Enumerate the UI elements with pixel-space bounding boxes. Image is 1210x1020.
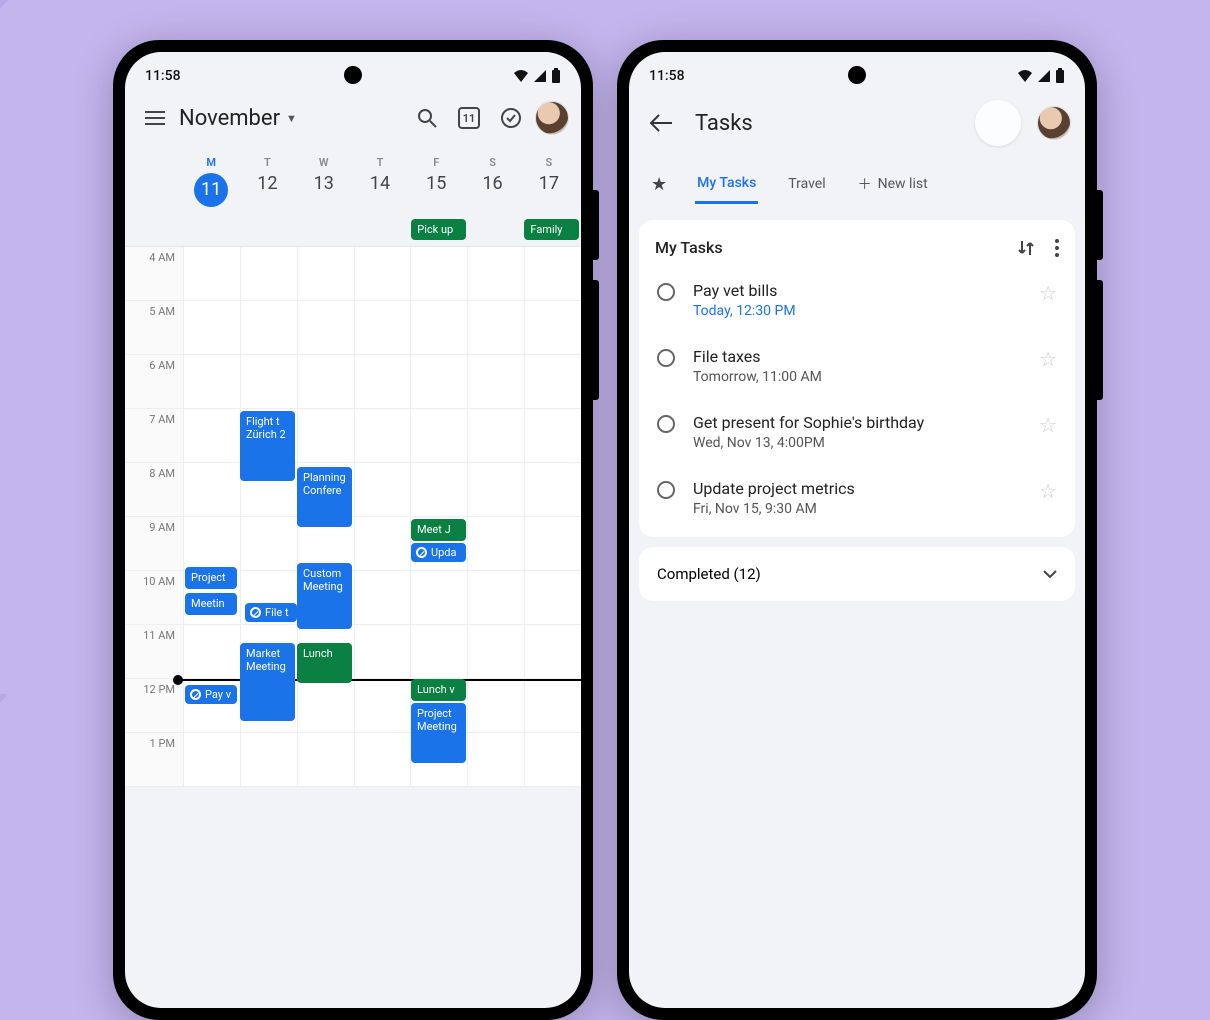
star-icon[interactable]: ☆ (1039, 281, 1057, 305)
event-meetj[interactable]: Meet J (411, 519, 466, 541)
hour-label: 4 AM (125, 247, 183, 300)
day-sun[interactable]: S17 (521, 150, 577, 217)
day-thu[interactable]: T14 (352, 150, 408, 217)
menu-icon[interactable] (137, 100, 173, 136)
avatar[interactable] (535, 101, 569, 135)
wifi-icon (513, 69, 529, 83)
page-title: Tasks (695, 111, 753, 136)
battery-icon (551, 68, 561, 84)
allday-row: Pick up Family (125, 217, 581, 246)
chevron-down-icon (1043, 570, 1057, 579)
completed-section[interactable]: Completed (12) (639, 547, 1075, 601)
task-checkbox[interactable] (657, 283, 675, 301)
event-meeting[interactable]: Meetin (185, 593, 237, 615)
signal-icon (533, 69, 547, 83)
task-subtitle: Fri, Nov 15, 9:30 AM (693, 501, 1021, 517)
task-row[interactable]: Pay vet bills Today, 12:30 PM ☆ (655, 267, 1059, 333)
avatar[interactable] (1037, 106, 1071, 140)
clock-text: 11:58 (145, 68, 181, 84)
task-subtitle: Wed, Nov 13, 4:00PM (693, 435, 1021, 451)
task-file[interactable]: File t (245, 603, 297, 622)
hour-label: 11 AM (125, 625, 183, 678)
plus-icon: ＋ (858, 174, 872, 194)
event-market[interactable]: Market Meeting (240, 643, 295, 721)
task-title: Update project metrics (693, 479, 1021, 498)
tabs-row: ★ My Tasks Travel ＋ New list (629, 160, 1085, 204)
task-checkbox[interactable] (657, 349, 675, 367)
hour-label: 8 AM (125, 463, 183, 516)
tab-travel[interactable]: Travel (786, 166, 827, 202)
back-icon[interactable] (643, 105, 679, 141)
task-check-icon (250, 607, 261, 618)
completed-label: Completed (12) (657, 565, 761, 583)
tab-mytasks[interactable]: My Tasks (695, 165, 758, 204)
task-title: Pay vet bills (693, 281, 1021, 300)
signal-icon (1037, 69, 1051, 83)
task-checkbox[interactable] (657, 415, 675, 433)
today-chip[interactable] (975, 100, 1021, 146)
task-title: Get present for Sophie's birthday (693, 413, 1021, 432)
battery-icon (1055, 68, 1065, 84)
task-check-icon (416, 547, 427, 558)
today-button[interactable]: 11 (451, 100, 487, 136)
hour-label: 5 AM (125, 301, 183, 354)
sort-icon[interactable] (1017, 239, 1035, 257)
day-sat[interactable]: S16 (464, 150, 520, 217)
star-icon[interactable]: ☆ (1039, 413, 1057, 437)
list-title: My Tasks (655, 238, 723, 257)
hour-label: 12 PM (125, 679, 183, 732)
task-checkbox[interactable] (657, 481, 675, 499)
task-row[interactable]: File taxes Tomorrow, 11:00 AM ☆ (655, 333, 1059, 399)
task-payv[interactable]: Pay v (185, 685, 237, 704)
event-project[interactable]: Project (185, 567, 237, 589)
allday-event[interactable]: Pick up (411, 219, 466, 240)
status-bar: 11:58 (629, 52, 1085, 92)
task-row[interactable]: Update project metrics Fri, Nov 15, 9:30… (655, 465, 1059, 531)
task-check-icon (190, 689, 201, 700)
event-projmeet[interactable]: Project Meeting (411, 703, 466, 763)
task-subtitle: Today, 12:30 PM (693, 303, 1021, 319)
event-lunchv[interactable]: Lunch v (411, 679, 466, 701)
task-row[interactable]: Get present for Sophie's birthday Wed, N… (655, 399, 1059, 465)
clock-text: 11:58 (649, 68, 685, 84)
day-wed[interactable]: W13 (296, 150, 352, 217)
hour-label: 9 AM (125, 517, 183, 570)
event-custom[interactable]: Custom Meeting (297, 563, 352, 629)
day-tue[interactable]: T12 (239, 150, 295, 217)
wifi-icon (1017, 69, 1033, 83)
phone-tasks: 11:58 Tasks ★ My Tasks Travel (617, 40, 1097, 1020)
star-icon[interactable]: ☆ (1039, 479, 1057, 503)
star-icon[interactable]: ☆ (1039, 347, 1057, 371)
hour-label: 7 AM (125, 409, 183, 462)
starred-tab-icon[interactable]: ★ (651, 174, 667, 195)
search-icon[interactable] (409, 100, 445, 136)
time-grid[interactable]: 4 AM 5 AM 6 AM 7 AM 8 AM 9 AM 10 AM 11 A… (125, 246, 581, 787)
allday-event[interactable]: Family (524, 219, 579, 240)
event-planning[interactable]: Planning Confere (297, 467, 352, 527)
status-bar: 11:58 (125, 52, 581, 92)
tasks-card: My Tasks Pay vet bills Today, 12:30 PM ☆ (639, 220, 1075, 537)
phone-calendar: 11:58 November ▼ (113, 40, 593, 1020)
week-header: M11 T12 W13 T14 F15 S16 S17 (125, 150, 581, 217)
hour-label: 6 AM (125, 355, 183, 408)
day-fri[interactable]: F15 (408, 150, 464, 217)
more-icon[interactable] (1055, 239, 1059, 257)
event-lunch[interactable]: Lunch (297, 643, 352, 683)
task-title: File taxes (693, 347, 1021, 366)
task-subtitle: Tomorrow, 11:00 AM (693, 369, 1021, 385)
event-flight[interactable]: Flight t Zürich 2 (240, 411, 295, 481)
month-label: November (179, 106, 280, 131)
chevron-down-icon: ▼ (286, 112, 297, 125)
day-mon[interactable]: M11 (183, 150, 239, 217)
month-dropdown[interactable]: November ▼ (179, 106, 297, 131)
hour-label: 1 PM (125, 733, 183, 786)
task-update[interactable]: Upda (411, 543, 466, 562)
tasks-toggle-icon[interactable] (493, 100, 529, 136)
hour-label: 10 AM (125, 571, 183, 624)
tab-newlist[interactable]: ＋ New list (856, 164, 930, 204)
